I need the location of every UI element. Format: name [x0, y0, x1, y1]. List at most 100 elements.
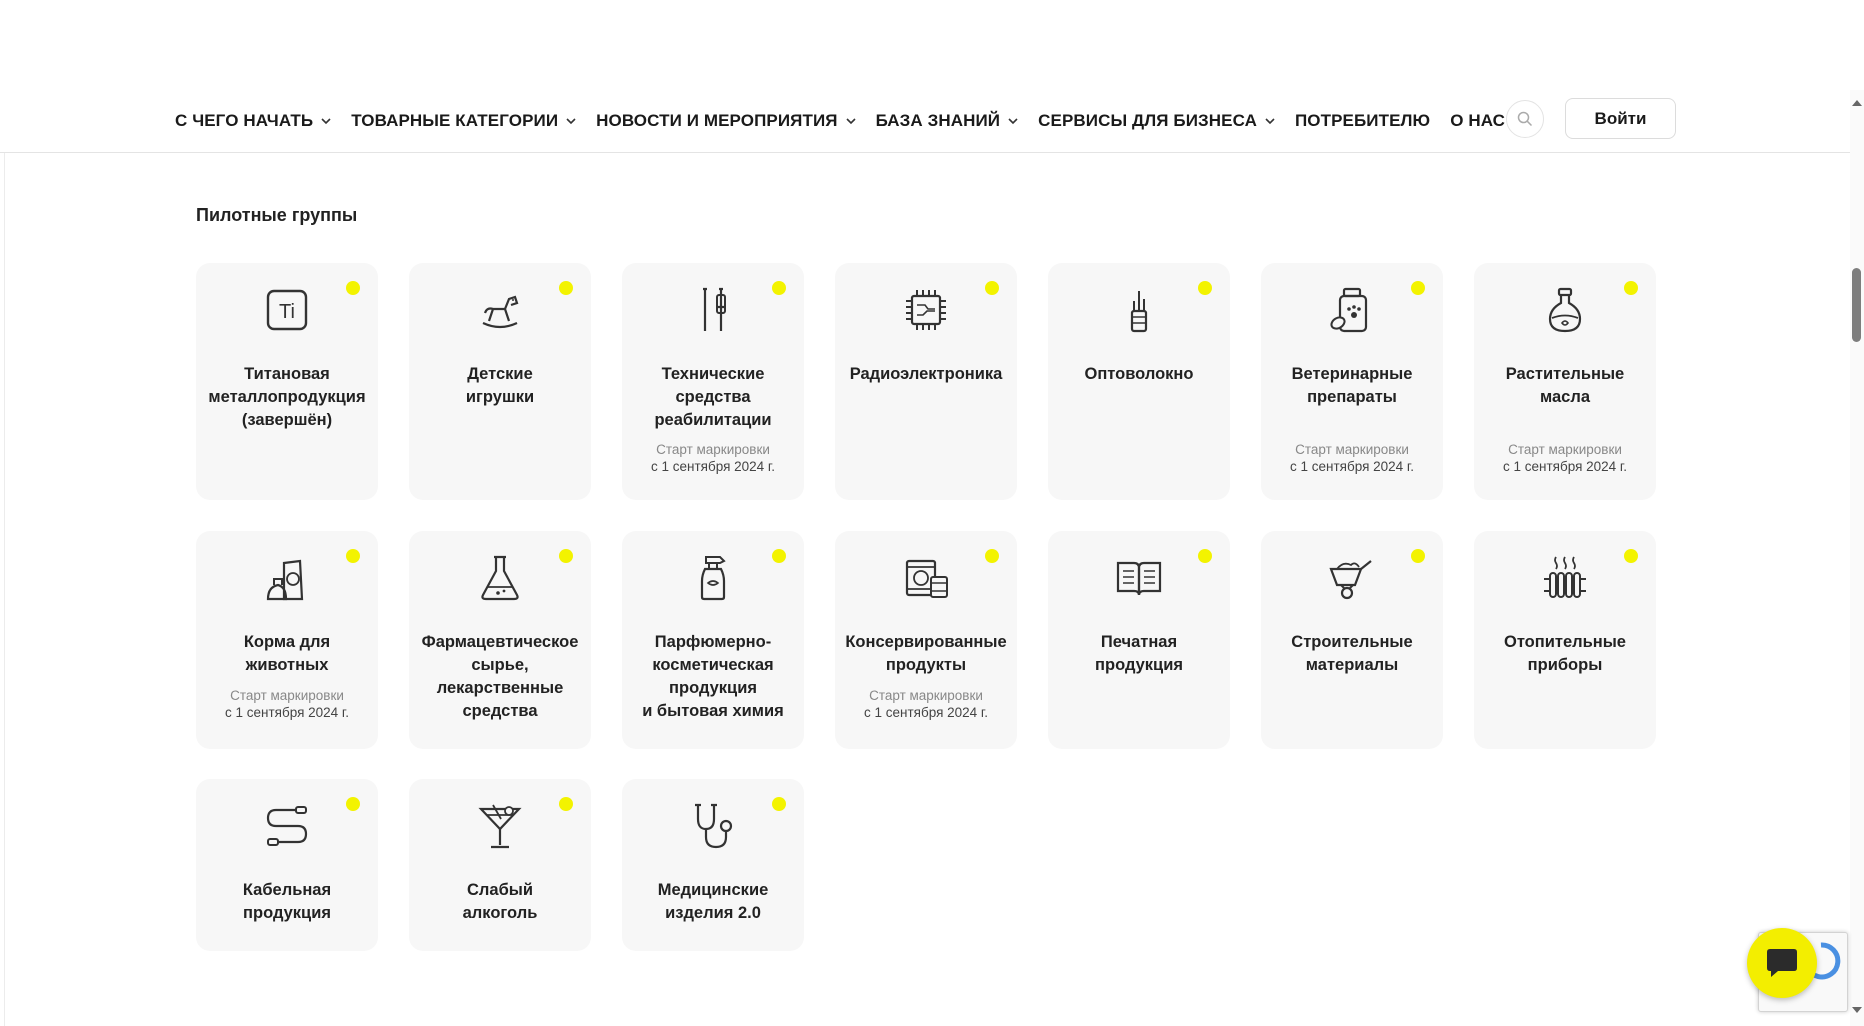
flask-icon — [481, 555, 519, 601]
left-border — [4, 90, 5, 1026]
chevron-down-icon — [1008, 116, 1018, 126]
canned-food-icon — [905, 559, 948, 598]
status-dot — [559, 549, 573, 563]
stethoscope-icon — [695, 803, 733, 849]
category-card[interactable]: Фармацевтическое сырье, лекарственные ср… — [409, 531, 591, 749]
category-card[interactable]: Печатная продукция — [1048, 531, 1230, 749]
chevron-down-icon — [846, 116, 856, 126]
search-icon — [1517, 111, 1533, 127]
card-title: Печатная продукция — [1095, 633, 1183, 674]
cocktail-icon — [478, 804, 522, 849]
card-title: Консервированные продукты — [845, 633, 1007, 674]
status-dot — [1624, 549, 1638, 563]
status-dot — [772, 797, 786, 811]
status-dot — [1198, 281, 1212, 295]
status-dot — [559, 797, 573, 811]
login-button[interactable]: Войти — [1565, 98, 1676, 139]
nav-item-consumer[interactable]: ПОТРЕБИТЕЛЮ — [1295, 111, 1430, 131]
status-dot — [1198, 549, 1212, 563]
status-dot — [346, 797, 360, 811]
nav-item-label: ТОВАРНЫЕ КАТЕГОРИИ — [351, 111, 559, 130]
category-card[interactable]: Радиоэлектроника — [835, 263, 1017, 500]
marking-start-note: Старт маркировки с 1 сентября 2024 г. — [651, 442, 775, 474]
search-button[interactable] — [1506, 100, 1544, 138]
status-dot — [346, 549, 360, 563]
marking-start-note: Старт маркировки с 1 сентября 2024 г. — [864, 688, 988, 720]
status-dot — [772, 281, 786, 295]
marking-start-note: Старт маркировки с 1 сентября 2024 г. — [225, 688, 349, 720]
category-card[interactable]: Медицинские изделия 2.0 — [622, 779, 804, 951]
scroll-down-arrow-icon[interactable] — [1851, 1004, 1863, 1016]
category-card[interactable]: Корма для животных Старт маркировки с 1 … — [196, 531, 378, 749]
radiator-icon — [1544, 556, 1586, 598]
chevron-down-icon — [1265, 116, 1275, 126]
card-title: Корма для животных — [243, 633, 331, 674]
status-dot — [985, 549, 999, 563]
category-card[interactable]: Ti Титановая металлопродукция (завершён) — [196, 263, 378, 500]
status-dot — [1411, 281, 1425, 295]
chat-button[interactable] — [1747, 928, 1817, 998]
category-card[interactable]: Ветеринарные препараты Старт маркировки … — [1261, 263, 1443, 500]
nav-item-news[interactable]: НОВОСТИ И МЕРОПРИЯТИЯ — [596, 111, 856, 131]
scrollbar-track[interactable] — [1850, 90, 1864, 1026]
nav-item-label: СЕРВИСЫ ДЛЯ БИЗНЕСА — [1038, 111, 1257, 130]
card-title: Парфюмерно- косметическая продукция и бы… — [642, 633, 784, 720]
card-title: Оптоволокно — [1084, 365, 1194, 383]
category-card[interactable]: Кабельная продукция — [196, 779, 378, 951]
book-icon — [1116, 561, 1162, 596]
nav-menu: С ЧЕГО НАЧАТЬ ТОВАРНЫЕ КАТЕГОРИИ НОВОСТИ… — [175, 90, 1543, 152]
rocking-horse-icon — [482, 295, 519, 329]
category-card[interactable]: Консервированные продукты Старт маркиров… — [835, 531, 1017, 749]
chevron-down-icon — [566, 116, 576, 126]
card-title: Ветеринарные препараты — [1291, 365, 1413, 406]
card-title: Радиоэлектроника — [849, 365, 1003, 383]
category-card[interactable]: Отопительные приборы — [1474, 531, 1656, 749]
category-card[interactable]: Детские игрушки — [409, 263, 591, 500]
vet-medicine-icon — [1330, 287, 1368, 333]
status-dot — [346, 281, 360, 295]
nav-item-categories[interactable]: ТОВАРНЫЕ КАТЕГОРИИ — [351, 111, 576, 131]
cable-icon — [266, 806, 308, 846]
nav-item-start[interactable]: С ЧЕГО НАЧАТЬ — [175, 111, 331, 131]
wheelbarrow-icon — [1329, 560, 1372, 600]
status-dot — [772, 549, 786, 563]
category-card[interactable]: Технические средства реабилитации Старт … — [622, 263, 804, 500]
svg-text:Ti: Ti — [279, 301, 295, 323]
card-title: Титановая металлопродукция (завершён) — [208, 365, 366, 429]
chat-bubble-icon — [1767, 949, 1797, 977]
marking-start-note: Старт маркировки с 1 сентября 2024 г. — [1290, 442, 1414, 474]
nav-item-label: БАЗА ЗНАНИЙ — [875, 111, 1001, 130]
nav-item-business-services[interactable]: СЕРВИСЫ ДЛЯ БИЗНЕСА — [1038, 111, 1275, 131]
nav-item-label: ПОТРЕБИТЕЛЮ — [1294, 111, 1431, 130]
category-card[interactable]: Строительные материалы — [1261, 531, 1443, 749]
nav-item-label: С ЧЕГО НАЧАТЬ — [175, 111, 314, 130]
card-title: Растительные масла — [1505, 365, 1625, 406]
card-title: Медицинские изделия 2.0 — [657, 881, 769, 922]
chevron-down-icon — [321, 116, 331, 126]
scrollbar-thumb[interactable] — [1852, 268, 1861, 342]
pet-food-icon — [266, 559, 304, 601]
card-title: Строительные материалы — [1291, 633, 1413, 674]
card-title: Фармацевтическое сырье, лекарственные ср… — [421, 633, 579, 720]
nav-item-knowledge-base[interactable]: БАЗА ЗНАНИЙ — [876, 111, 1019, 131]
category-card[interactable]: Растительные масла Старт маркировки с 1 … — [1474, 263, 1656, 500]
status-dot — [559, 281, 573, 295]
titanium-icon: Ti — [266, 289, 308, 331]
category-card[interactable]: Оптоволокно — [1048, 263, 1230, 500]
microchip-icon — [906, 290, 946, 330]
fiber-optic-icon — [1130, 291, 1148, 333]
category-card[interactable]: Слабый алкоголь — [409, 779, 591, 951]
oil-bottle-icon — [1548, 287, 1582, 333]
status-dot — [1624, 281, 1638, 295]
marking-start-note: Старт маркировки с 1 сентября 2024 г. — [1503, 442, 1627, 474]
card-title: Технические средства реабилитации — [654, 365, 772, 429]
top-blank-area — [0, 0, 1864, 90]
status-dot — [1411, 549, 1425, 563]
status-dot — [985, 281, 999, 295]
card-title: Слабый алкоголь — [462, 881, 538, 922]
crutches-icon — [703, 287, 726, 331]
category-card[interactable]: Парфюмерно- косметическая продукция и бы… — [622, 531, 804, 749]
scroll-up-arrow-icon[interactable] — [1851, 96, 1863, 108]
card-title: Кабельная продукция — [242, 881, 332, 922]
spray-bottle-icon — [700, 556, 726, 601]
